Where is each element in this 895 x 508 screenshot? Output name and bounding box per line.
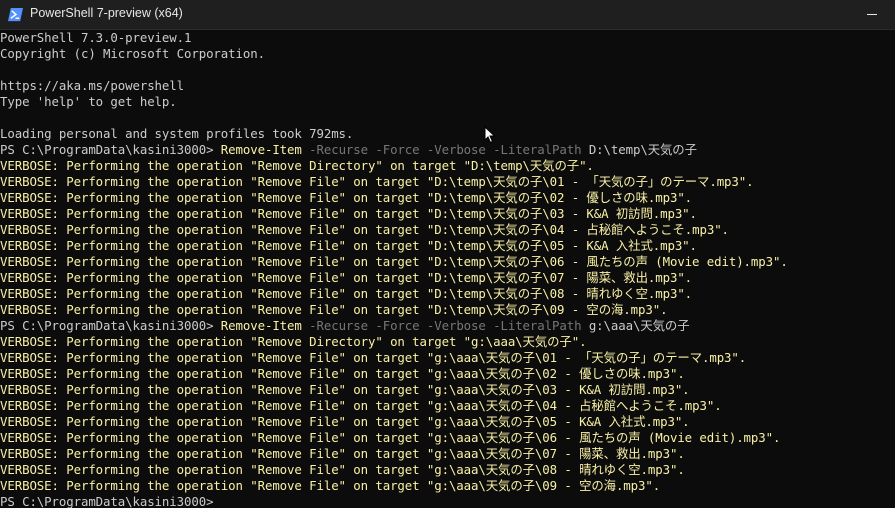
verbose-text: VERBOSE: Performing the operation "Remov… [0, 254, 788, 269]
verbose-text: VERBOSE: Performing the operation "Remov… [0, 382, 690, 397]
verbose-text: VERBOSE: Performing the operation "Remov… [0, 350, 747, 365]
verbose-text: VERBOSE: Performing the operation "Remov… [0, 158, 594, 173]
header-line: Type 'help' to get help. [0, 94, 895, 110]
verbose-output-line: VERBOSE: Performing the operation "Remov… [0, 398, 895, 414]
header-line: Loading personal and system profiles too… [0, 126, 895, 142]
minimize-button[interactable] [849, 0, 895, 29]
verbose-text: VERBOSE: Performing the operation "Remov… [0, 414, 690, 429]
verbose-output-line: VERBOSE: Performing the operation "Remov… [0, 462, 895, 478]
cmdlet-text: Remove-Item [220, 318, 302, 333]
verbose-output-line: VERBOSE: Performing the operation "Remov… [0, 414, 895, 430]
verbose-output-line: VERBOSE: Performing the operation "Remov… [0, 174, 895, 190]
verbose-output-line: VERBOSE: Performing the operation "Remov… [0, 270, 895, 286]
verbose-text: VERBOSE: Performing the operation "Remov… [0, 270, 693, 285]
verbose-output-line: VERBOSE: Performing the operation "Remov… [0, 286, 895, 302]
verbose-text: VERBOSE: Performing the operation "Remov… [0, 334, 587, 349]
header-line: PowerShell 7.3.0-preview.1 [0, 30, 895, 46]
header-text: Loading personal and system profiles too… [0, 126, 354, 141]
command-line: PS C:\ProgramData\kasini3000> Remove-Ite… [0, 318, 895, 334]
prompt-text: PS C:\ProgramData\kasini3000> [0, 318, 221, 333]
verbose-output-line: VERBOSE: Performing the operation "Remov… [0, 430, 895, 446]
header-line: https://aka.ms/powershell [0, 78, 895, 94]
verbose-text: VERBOSE: Performing the operation "Remov… [0, 478, 661, 493]
verbose-output-line: VERBOSE: Performing the operation "Remov… [0, 222, 895, 238]
verbose-output-line: VERBOSE: Performing the operation "Remov… [0, 302, 895, 318]
header-text: Type 'help' to get help. [0, 94, 177, 109]
verbose-text: VERBOSE: Performing the operation "Remov… [0, 222, 729, 237]
verbose-text: VERBOSE: Performing the operation "Remov… [0, 286, 693, 301]
header-line [0, 110, 895, 126]
prompt-text: PS C:\ProgramData\kasini3000> [0, 494, 214, 508]
verbose-output-line: VERBOSE: Performing the operation "Remov… [0, 334, 895, 350]
verbose-output-line: VERBOSE: Performing the operation "Remov… [0, 446, 895, 462]
prompt-text: PS C:\ProgramData\kasini3000> [0, 142, 221, 157]
mouse-pointer-icon [484, 126, 496, 144]
verbose-output-line: VERBOSE: Performing the operation "Remov… [0, 382, 895, 398]
header-text: PowerShell 7.3.0-preview.1 [0, 30, 192, 45]
verbose-output-line: VERBOSE: Performing the operation "Remov… [0, 366, 895, 382]
powershell-window: PowerShell 7-preview (x64) PowerShell 7.… [0, 0, 895, 508]
command-line: PS C:\ProgramData\kasini3000> Remove-Ite… [0, 142, 895, 158]
verbose-output-line: VERBOSE: Performing the operation "Remov… [0, 238, 895, 254]
powershell-icon [8, 7, 23, 22]
verbose-output-line: VERBOSE: Performing the operation "Remov… [0, 254, 895, 270]
title-bar[interactable]: PowerShell 7-preview (x64) [0, 0, 895, 30]
minimize-icon [867, 14, 877, 15]
parameters-text: -Recurse -Force -Verbose -LiteralPath [301, 142, 589, 157]
header-line: Copyright (c) Microsoft Corporation. [0, 46, 895, 62]
header-text: https://aka.ms/powershell [0, 78, 184, 93]
target-path-text: g:\aaa\天気の子 [588, 318, 690, 333]
verbose-text: VERBOSE: Performing the operation "Remov… [0, 302, 668, 317]
verbose-output-line: VERBOSE: Performing the operation "Remov… [0, 350, 895, 366]
verbose-text: VERBOSE: Performing the operation "Remov… [0, 190, 693, 205]
verbose-text: VERBOSE: Performing the operation "Remov… [0, 238, 697, 253]
verbose-text: VERBOSE: Performing the operation "Remov… [0, 398, 722, 413]
verbose-text: VERBOSE: Performing the operation "Remov… [0, 446, 685, 461]
target-path-text: D:\temp\天気の子 [588, 142, 697, 157]
header-text: Copyright (c) Microsoft Corporation. [0, 46, 265, 61]
verbose-text: VERBOSE: Performing the operation "Remov… [0, 174, 754, 189]
verbose-text: VERBOSE: Performing the operation "Remov… [0, 206, 697, 221]
verbose-output-line: VERBOSE: Performing the operation "Remov… [0, 158, 895, 174]
window-title: PowerShell 7-preview (x64) [30, 6, 183, 20]
console-output[interactable]: PowerShell 7.3.0-preview.1 Copyright (c) … [0, 30, 895, 508]
cmdlet-text: Remove-Item [220, 142, 302, 157]
verbose-text: VERBOSE: Performing the operation "Remov… [0, 462, 685, 477]
verbose-output-line: VERBOSE: Performing the operation "Remov… [0, 206, 895, 222]
parameters-text: -Recurse -Force -Verbose -LiteralPath [301, 318, 589, 333]
verbose-output-line: VERBOSE: Performing the operation "Remov… [0, 190, 895, 206]
verbose-text: VERBOSE: Performing the operation "Remov… [0, 430, 781, 445]
header-line [0, 62, 895, 78]
verbose-text: VERBOSE: Performing the operation "Remov… [0, 366, 685, 381]
final-prompt-line: PS C:\ProgramData\kasini3000> [0, 494, 895, 508]
verbose-output-line: VERBOSE: Performing the operation "Remov… [0, 478, 895, 494]
